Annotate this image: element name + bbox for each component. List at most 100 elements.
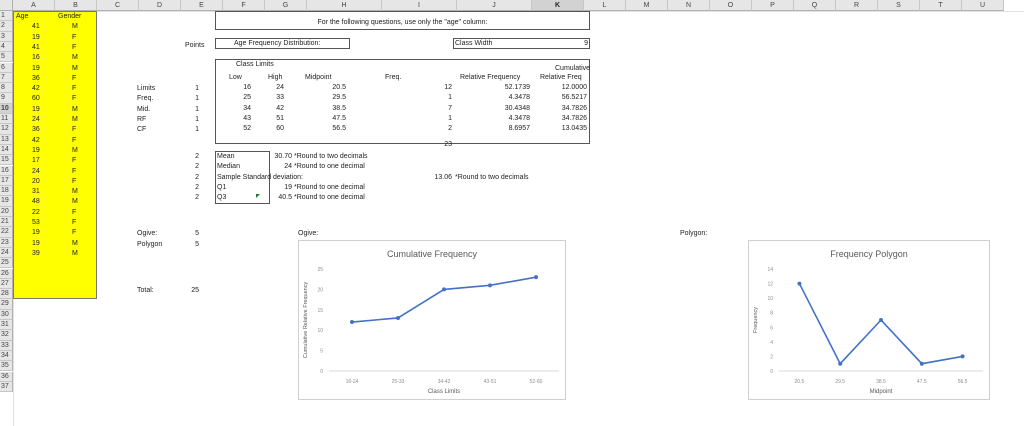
age-cell[interactable]: 42 xyxy=(32,136,40,146)
sd-value[interactable]: 13.06 xyxy=(420,173,452,183)
header-age[interactable]: Age xyxy=(16,12,28,22)
row-header-17[interactable]: 17 xyxy=(0,175,13,187)
gender-cell[interactable]: F xyxy=(72,167,76,177)
frequency[interactable]: 1 xyxy=(420,114,452,124)
row-header-24[interactable]: 24 xyxy=(0,247,13,259)
stat-value[interactable]: 19 xyxy=(262,183,292,193)
column-header-f[interactable]: F xyxy=(223,0,265,11)
class-low[interactable]: 52 xyxy=(225,124,251,134)
midpoint[interactable]: 29.5 xyxy=(310,93,346,103)
class-high[interactable]: 60 xyxy=(258,124,284,134)
class-low[interactable]: 43 xyxy=(225,114,251,124)
age-cell[interactable]: 39 xyxy=(32,249,40,259)
age-cell[interactable]: 20 xyxy=(32,177,40,187)
age-cell[interactable]: 60 xyxy=(32,94,40,104)
cumulative-frequency-chart[interactable]: Cumulative Frequency 0 5 10 15 20 25 16-24 25-33… xyxy=(298,240,566,400)
class-low[interactable]: 16 xyxy=(225,83,251,93)
row-header-29[interactable]: 29 xyxy=(0,299,13,310)
row-header-3[interactable]: 3 xyxy=(0,31,13,42)
gender-cell[interactable]: F xyxy=(72,84,76,94)
row-header-8[interactable]: 8 xyxy=(0,83,13,94)
row-header-4[interactable]: 4 xyxy=(0,41,13,53)
gender-cell[interactable]: F xyxy=(72,33,76,43)
row-header-19[interactable]: 19 xyxy=(0,196,13,207)
row-header-32[interactable]: 32 xyxy=(0,330,13,341)
stat-value[interactable]: 40.5 xyxy=(262,193,292,203)
column-header-u[interactable]: U xyxy=(962,0,1004,11)
gender-cell[interactable]: M xyxy=(72,239,78,249)
row-header-33[interactable]: 33 xyxy=(0,340,13,351)
column-header-o[interactable]: O xyxy=(710,0,752,11)
column-header-a[interactable]: A xyxy=(13,0,55,11)
column-header-r[interactable]: R xyxy=(836,0,878,11)
age-cell[interactable]: 16 xyxy=(32,53,40,63)
row-header-30[interactable]: 30 xyxy=(0,309,13,320)
midpoint[interactable]: 20.5 xyxy=(310,83,346,93)
age-cell[interactable]: 41 xyxy=(32,43,40,53)
row-header-1[interactable]: 1 xyxy=(0,11,13,22)
row-header-6[interactable]: 6 xyxy=(0,62,13,73)
frequency[interactable]: 1 xyxy=(420,93,452,103)
age-cell[interactable]: 31 xyxy=(32,187,40,197)
age-cell[interactable]: 24 xyxy=(32,115,40,125)
relative-frequency[interactable]: 8.6957 xyxy=(490,124,530,134)
age-cell[interactable]: 36 xyxy=(32,125,40,135)
row-header-5[interactable]: 5 xyxy=(0,52,13,63)
column-header-j[interactable]: J xyxy=(457,0,532,11)
age-cell[interactable]: 19 xyxy=(32,146,40,156)
column-header-s[interactable]: S xyxy=(878,0,920,11)
gender-cell[interactable]: F xyxy=(72,218,76,228)
row-header-26[interactable]: 26 xyxy=(0,268,13,279)
column-header-e[interactable]: E xyxy=(181,0,223,11)
age-cell[interactable]: 19 xyxy=(32,228,40,238)
class-high[interactable]: 51 xyxy=(258,114,284,124)
relative-frequency[interactable]: 30.4348 xyxy=(490,104,530,114)
gender-cell[interactable]: F xyxy=(72,177,76,187)
gender-cell[interactable]: M xyxy=(72,197,78,207)
column-header-d[interactable]: D xyxy=(139,0,181,11)
row-header-23[interactable]: 23 xyxy=(0,237,13,248)
select-all-corner[interactable] xyxy=(0,0,13,11)
age-cell[interactable]: 36 xyxy=(32,74,40,84)
class-high[interactable]: 33 xyxy=(258,93,284,103)
gender-cell[interactable]: F xyxy=(72,228,76,238)
row-header-28[interactable]: 28 xyxy=(0,289,13,300)
gender-cell[interactable]: M xyxy=(72,22,78,32)
gender-cell[interactable]: M xyxy=(72,249,78,259)
gender-cell[interactable]: F xyxy=(72,136,76,146)
cumulative-relative-frequency[interactable]: 34.7826 xyxy=(545,104,587,114)
gender-cell[interactable]: M xyxy=(72,115,78,125)
row-header-22[interactable]: 22 xyxy=(0,227,13,238)
gender-cell[interactable]: M xyxy=(72,105,78,115)
row-header-25[interactable]: 25 xyxy=(0,258,13,269)
row-header-36[interactable]: 36 xyxy=(0,371,13,382)
row-header-11[interactable]: 11 xyxy=(0,114,13,125)
column-header-k[interactable]: K xyxy=(532,0,584,11)
row-header-34[interactable]: 34 xyxy=(0,350,13,362)
relative-frequency[interactable]: 4.3478 xyxy=(490,114,530,124)
column-header-m[interactable]: M xyxy=(626,0,668,11)
relative-frequency[interactable]: 4.3478 xyxy=(490,93,530,103)
class-high[interactable]: 24 xyxy=(258,83,284,93)
gender-cell[interactable]: F xyxy=(72,156,76,166)
row-header-31[interactable]: 31 xyxy=(0,320,13,331)
midpoint[interactable]: 56.5 xyxy=(310,124,346,134)
gender-cell[interactable]: F xyxy=(72,94,76,104)
age-cell[interactable]: 19 xyxy=(32,33,40,43)
row-header-27[interactable]: 27 xyxy=(0,278,13,290)
column-header-l[interactable]: L xyxy=(584,0,626,11)
row-header-16[interactable]: 16 xyxy=(0,165,13,176)
stat-value[interactable]: 24 xyxy=(262,162,292,172)
cumulative-relative-frequency[interactable]: 12.0000 xyxy=(545,83,587,93)
age-cell[interactable]: 53 xyxy=(32,218,40,228)
row-header-20[interactable]: 20 xyxy=(0,206,13,217)
age-cell[interactable]: 41 xyxy=(32,22,40,32)
midpoint[interactable]: 38.5 xyxy=(310,104,346,114)
row-header-18[interactable]: 18 xyxy=(0,186,13,197)
row-header-13[interactable]: 13 xyxy=(0,134,13,145)
relative-frequency[interactable]: 52.1739 xyxy=(490,83,530,93)
cumulative-relative-frequency[interactable]: 34.7826 xyxy=(545,114,587,124)
column-header-h[interactable]: H xyxy=(307,0,382,11)
frequency[interactable]: 7 xyxy=(420,104,452,114)
age-cell[interactable]: 19 xyxy=(32,64,40,74)
